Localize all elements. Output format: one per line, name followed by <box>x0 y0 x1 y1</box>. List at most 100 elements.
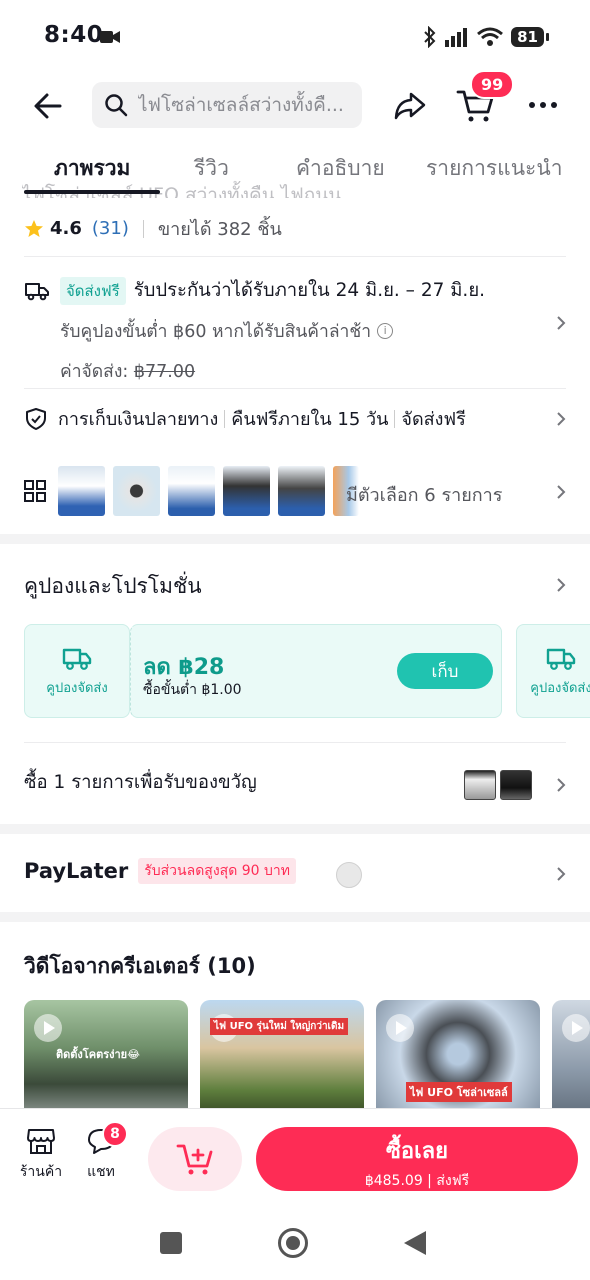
shipping-coupon-label: คูปองจัดส่ง <box>46 680 108 696</box>
divider <box>24 742 566 743</box>
video-caption: ไฟ UFO รุ่นใหม่ ใหญ่กว่าเดิม <box>210 1018 349 1035</box>
paylater-row[interactable]: PayLater รับส่วนลดสูงสุด 90 บาท <box>24 858 296 884</box>
section-divider <box>0 534 590 544</box>
review-count[interactable]: (31) <box>92 218 129 239</box>
video-caption: ติดตั้งโคตรง่าย😂 <box>56 1048 140 1061</box>
video-thumbnail[interactable] <box>552 1000 590 1110</box>
rating-score: 4.6 <box>50 218 82 239</box>
shop-button[interactable]: ร้านค้า <box>16 1127 66 1183</box>
system-navigation-bar <box>0 1204 590 1280</box>
free-shipping-note: ส่งฟรี <box>436 1173 470 1189</box>
coupons-section-title: คูปองและโปรโมชั่น <box>24 574 202 598</box>
delivery-truck-icon <box>62 648 92 670</box>
chat-label: แชท <box>87 1164 115 1180</box>
paylater-label: PayLater <box>24 859 129 883</box>
separator <box>394 409 396 428</box>
divider <box>24 388 566 389</box>
delivery-truck-icon <box>25 282 49 300</box>
video-camera-icon <box>100 31 120 43</box>
separator <box>224 409 226 428</box>
add-to-cart-icon <box>176 1144 213 1175</box>
service-guarantees[interactable]: การเก็บเงินปลายทาง คืนฟรีภายใน 15 วัน จั… <box>24 404 466 433</box>
creator-videos-title: วิดีโอจากครีเอเตอร์ (10) <box>24 954 256 978</box>
chevron-right-icon[interactable] <box>554 316 568 330</box>
creator-video-carousel: ติดตั้งโคตรง่าย😂 ไฟ UFO รุ่นใหม่ ใหญ่กว่… <box>24 1000 590 1110</box>
variant-thumbnail[interactable] <box>223 466 270 516</box>
gift-thumbnail <box>500 770 532 800</box>
variant-thumbnail[interactable] <box>113 466 160 516</box>
system-back-button[interactable] <box>404 1231 426 1255</box>
variant-thumbnail[interactable] <box>58 466 105 516</box>
chevron-right-icon[interactable] <box>554 412 568 426</box>
free-shipping-tag: จัดส่งฟรี <box>60 276 126 305</box>
separator <box>142 219 144 238</box>
delivery-truck-icon <box>546 648 576 670</box>
variant-count: มีตัวเลือก 6 รายการ <box>346 485 503 506</box>
active-tab-indicator <box>24 190 160 194</box>
bottom-action-bar: ร้านค้า แชท 8 ซื้อเลย ฿485.09 | ส่งฟรี <box>0 1108 590 1204</box>
sold-count: ขายได้ 382 ชิ้น <box>157 219 282 240</box>
wifi-icon <box>477 27 504 46</box>
gift-thumbnail <box>464 770 496 800</box>
share-icon[interactable] <box>392 88 428 124</box>
shipping-fee-label: ค่าจัดส่ง: <box>60 362 129 382</box>
chevron-right-icon[interactable] <box>554 778 568 792</box>
top-navigation-bar: ไฟโซล่าเซลล์สว่างทั้งคื... 99 <box>0 70 590 136</box>
shop-label: ร้านค้า <box>19 1164 63 1180</box>
star-icon <box>25 219 43 237</box>
variant-thumbnail[interactable] <box>168 466 215 516</box>
recent-apps-button[interactable] <box>160 1232 182 1254</box>
video-caption: ไฟ UFO โซล่าเซลล์ <box>406 1082 512 1102</box>
coupon-card-next[interactable]: คูปองจัดส่ง <box>516 624 590 718</box>
video-thumbnail[interactable]: ไฟ UFO โซล่าเซลล์ <box>376 1000 540 1110</box>
paylater-discount-tag: รับส่วนลดสูงสุด 90 บาท <box>138 858 296 884</box>
shipping-info[interactable]: จัดส่งฟรี รับประกันว่าได้รับภายใน 24 มิ.… <box>24 276 566 385</box>
search-input[interactable]: ไฟโซล่าเซลล์สว่างทั้งคื... <box>92 82 362 128</box>
coupon-min-spend: ซื้อขั้นต่ำ ฿1.00 <box>143 682 242 698</box>
coupon-carousel[interactable]: คูปองจัดส่ง ลด ฿28 ซื้อขั้นต่ำ ฿1.00 เก็… <box>24 624 590 718</box>
chevron-right-icon[interactable] <box>554 485 568 499</box>
price: ฿485.09 <box>364 1173 423 1189</box>
gift-promo-label[interactable]: ซื้อ 1 รายการเพื่อรับของขวัญ <box>24 768 257 797</box>
delivery-guarantee: รับประกันว่าได้รับภายใน 24 มิ.ย. – 27 มิ… <box>133 280 486 301</box>
rating-row[interactable]: 4.6 (31) ขายได้ 382 ชิ้น <box>24 214 282 243</box>
shipping-coupon-label: คูปองจัดส่ง <box>530 680 590 696</box>
buy-now-price-line: ฿485.09 | ส่งฟรี <box>364 1173 470 1189</box>
chevron-right-icon[interactable] <box>554 867 568 881</box>
free-shipping-label: จัดส่งฟรี <box>401 409 466 430</box>
buy-now-label: ซื้อเลย <box>385 1139 449 1164</box>
chat-count-badge: 8 <box>102 1121 128 1147</box>
divider <box>24 256 566 257</box>
store-icon <box>27 1129 55 1154</box>
info-icon[interactable]: i <box>377 323 394 339</box>
loading-indicator <box>336 862 362 888</box>
play-icon <box>386 1014 414 1042</box>
section-divider <box>0 912 590 922</box>
add-to-cart-button[interactable] <box>148 1127 242 1191</box>
status-bar: 8:40 81 <box>0 0 590 76</box>
play-icon <box>562 1014 590 1042</box>
product-title-cut: ไฟโซล่าเซลล์ UFO สว่างทั้งคืน ไฟถนน ... <box>22 184 366 198</box>
shipping-coupon-badge: คูปองจัดส่ง <box>24 624 130 718</box>
coupon-card[interactable]: ลด ฿28 ซื้อขั้นต่ำ ฿1.00 เก็บ <box>130 624 502 718</box>
battery-indicator: 81 <box>511 27 549 47</box>
more-options-icon[interactable] <box>528 90 558 120</box>
status-time: 8:40 <box>44 22 104 48</box>
home-button[interactable] <box>278 1228 308 1258</box>
video-thumbnail[interactable]: ไฟ UFO รุ่นใหม่ ใหญ่กว่าเดิม <box>200 1000 364 1110</box>
play-icon <box>34 1014 62 1042</box>
buy-now-button[interactable]: ซื้อเลย ฿485.09 | ส่งฟรี <box>256 1127 578 1191</box>
variant-thumbnail[interactable] <box>278 466 325 516</box>
chevron-right-icon[interactable] <box>554 578 568 592</box>
collect-coupon-button[interactable]: เก็บ <box>397 653 493 689</box>
shield-check-icon <box>26 407 46 430</box>
signal-icon <box>445 28 468 47</box>
cart-count-badge: 99 <box>470 70 515 99</box>
bluetooth-icon <box>424 26 436 48</box>
shipping-fee-original: ฿77.00 <box>133 362 196 382</box>
back-arrow-icon[interactable] <box>30 88 66 124</box>
video-thumbnail[interactable]: ติดตั้งโคตรง่าย😂 <box>24 1000 188 1110</box>
cod-label: การเก็บเงินปลายทาง <box>58 409 219 430</box>
grid-icon <box>24 480 46 502</box>
free-return-label: คืนฟรีภายใน 15 วัน <box>231 409 389 430</box>
